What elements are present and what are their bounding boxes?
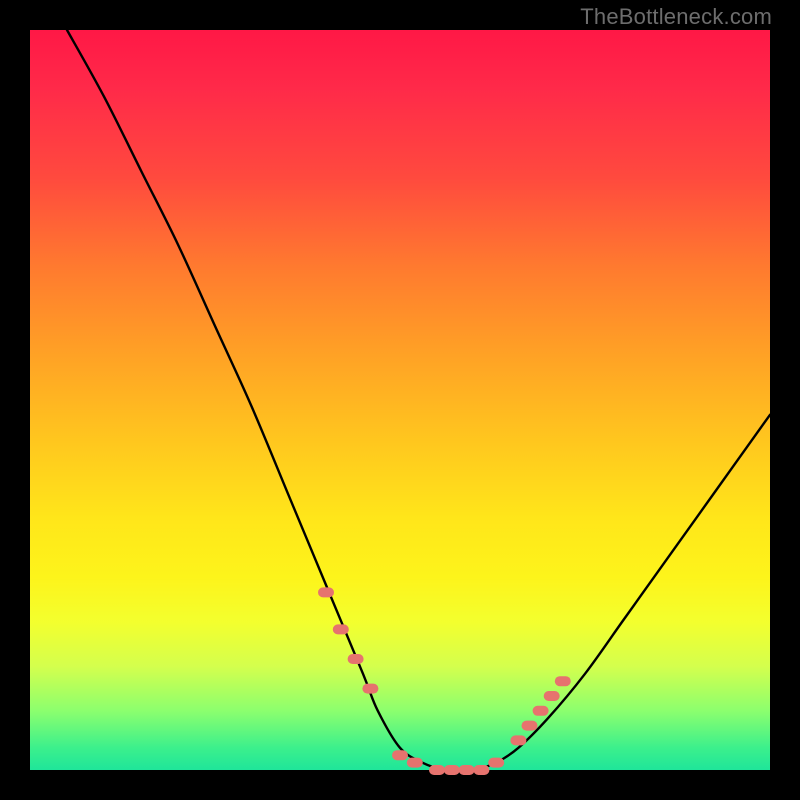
highlight-dot xyxy=(362,684,378,694)
highlight-dot xyxy=(392,750,408,760)
highlight-dot xyxy=(555,676,571,686)
watermark-text: TheBottleneck.com xyxy=(580,4,772,30)
highlight-dot xyxy=(333,624,349,634)
highlight-dot xyxy=(473,765,489,775)
bottleneck-curve xyxy=(67,30,770,771)
highlight-dots xyxy=(318,587,571,775)
plot-area xyxy=(30,30,770,770)
highlight-dot xyxy=(407,758,423,768)
chart-frame: TheBottleneck.com xyxy=(0,0,800,800)
highlight-dot xyxy=(444,765,460,775)
highlight-dot xyxy=(318,587,334,597)
highlight-dot xyxy=(488,758,504,768)
highlight-dot xyxy=(510,735,526,745)
highlight-dot xyxy=(459,765,475,775)
highlight-dot xyxy=(533,706,549,716)
highlight-dot xyxy=(429,765,445,775)
highlight-dot xyxy=(544,691,560,701)
highlight-dot xyxy=(348,654,364,664)
highlight-dot xyxy=(522,721,538,731)
curve-layer xyxy=(30,30,770,770)
